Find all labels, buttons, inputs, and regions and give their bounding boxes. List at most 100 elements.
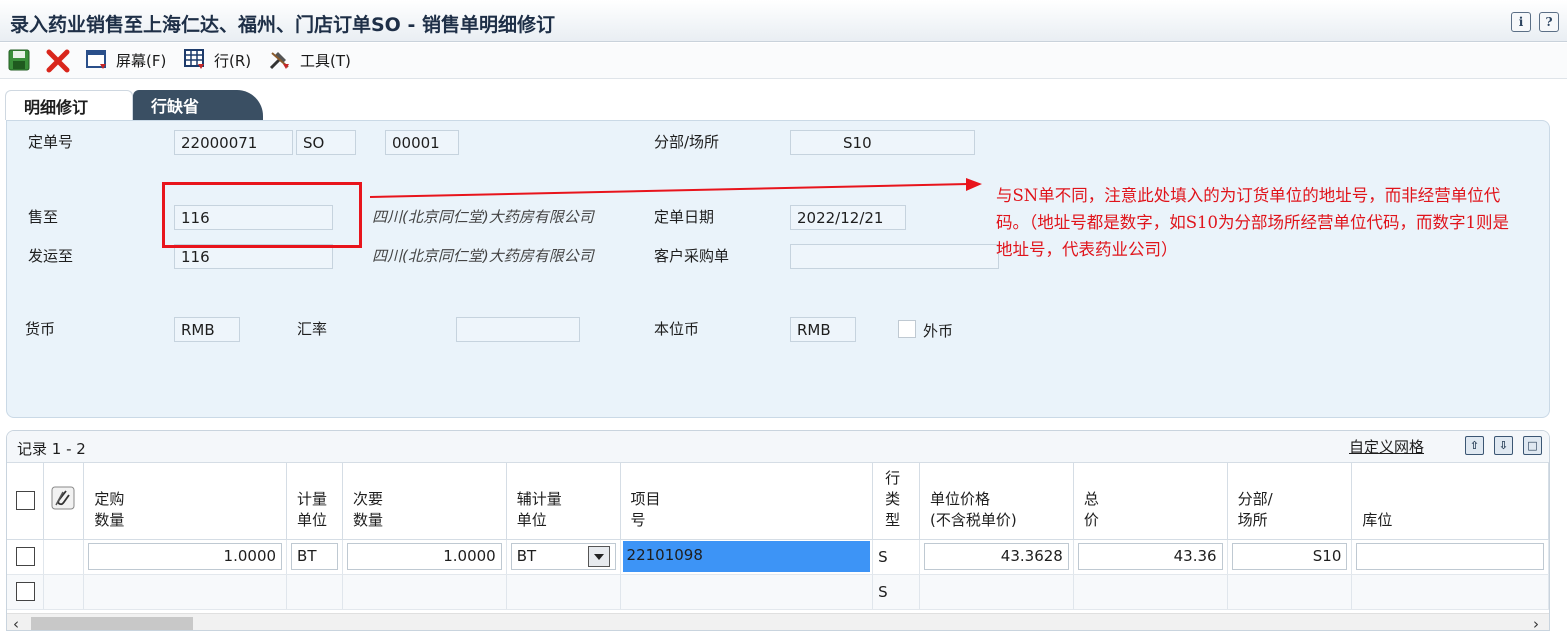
tools-menu[interactable]: 工具(T) bbox=[268, 49, 351, 71]
order-qty-input[interactable]: 1.0000 bbox=[88, 543, 283, 570]
close-icon bbox=[46, 49, 70, 73]
column-header-line-type[interactable]: 行类型 bbox=[872, 463, 921, 540]
grid-header-row: 定购 数量 计量 单位 次要 数量 辅计量 单位 项目号 行类型 单位价格 (不含税单价)… bbox=[7, 463, 1549, 540]
row-select-cell bbox=[7, 574, 45, 610]
grid-toolbar: 记录 1 - 2 自定义网格 ⇧ ⇩ □ bbox=[7, 431, 1549, 463]
scroll-left-icon[interactable]: ‹ bbox=[13, 615, 19, 630]
secondary-uom-value: BT bbox=[516, 547, 537, 565]
cancel-button[interactable] bbox=[46, 49, 70, 73]
tab-detail-revisions[interactable]: 明细修订 bbox=[5, 90, 133, 120]
extended-price-cell[interactable] bbox=[1073, 574, 1228, 610]
horizontal-scrollbar[interactable]: ‹ › bbox=[7, 613, 1549, 630]
branch-field[interactable]: S10 bbox=[790, 130, 975, 155]
line-type-cell[interactable]: S bbox=[872, 574, 921, 610]
secondary-qty-cell[interactable] bbox=[342, 574, 507, 610]
annotation-note: 与SN单不同，注意此处填入的为订货单位的地址号，而非经营单位代码。（地址号都是数… bbox=[996, 186, 1510, 259]
column-header-branch[interactable]: 分部/场所 bbox=[1227, 463, 1353, 540]
table-row: S bbox=[7, 574, 1549, 610]
column-header-location[interactable]: 库位 bbox=[1351, 463, 1549, 540]
branch-cell: S10 bbox=[1227, 539, 1353, 575]
column-header-uom[interactable]: 计量 单位 bbox=[286, 463, 343, 540]
item-number-input[interactable]: 22101098 bbox=[622, 541, 871, 572]
secondary-qty-input[interactable]: 1.0000 bbox=[347, 543, 502, 570]
column-header-secondary-qty[interactable]: 次要 数量 bbox=[342, 463, 507, 540]
info-icon[interactable]: i bbox=[1511, 12, 1531, 32]
scrollbar-thumb[interactable] bbox=[31, 617, 193, 630]
foreign-currency-label: 外币 bbox=[923, 322, 954, 340]
secondary-uom-select[interactable]: BT bbox=[510, 543, 616, 570]
order-qty-cell[interactable] bbox=[83, 574, 288, 610]
save-button[interactable] bbox=[8, 49, 30, 71]
row-checkbox[interactable] bbox=[15, 582, 35, 601]
base-currency-label: 本位币 bbox=[654, 320, 700, 338]
item-number-cell[interactable] bbox=[620, 574, 874, 610]
ship-to-name: 四川(北京同仁堂)大药房有限公司 bbox=[372, 247, 594, 265]
order-header-panel: 定单号 22000071 SO 00001 分部/场所 S10 售至 116 四… bbox=[6, 120, 1550, 418]
column-header-unit-price[interactable]: 单位价格 (不含税单价) bbox=[919, 463, 1074, 540]
title-icons: i ? bbox=[1511, 12, 1559, 32]
detail-grid-panel: 记录 1 - 2 自定义网格 ⇧ ⇩ □ 定购 数量 计量 单位 次要 数量 辅… bbox=[6, 430, 1550, 631]
tools-icon bbox=[269, 52, 289, 70]
save-icon bbox=[8, 49, 30, 71]
secondary-uom-cell[interactable] bbox=[506, 574, 621, 610]
ship-to-label: 发运至 bbox=[28, 247, 74, 265]
row-checkbox[interactable] bbox=[15, 547, 35, 566]
branch-cell[interactable] bbox=[1227, 574, 1353, 610]
currency-field[interactable]: RMB bbox=[174, 317, 240, 342]
annotation-arrow bbox=[369, 178, 982, 198]
toolbar: 屏幕(F) 行(R) 工具(T) bbox=[0, 43, 1567, 79]
location-cell bbox=[1351, 539, 1549, 575]
uom-cell[interactable] bbox=[286, 574, 343, 610]
import-icon[interactable]: ⇩ bbox=[1494, 436, 1513, 455]
location-cell[interactable] bbox=[1351, 574, 1549, 610]
select-all-checkbox[interactable] bbox=[15, 491, 35, 511]
branch-label: 分部/场所 bbox=[654, 133, 720, 151]
exchange-rate-label: 汇率 bbox=[297, 320, 328, 338]
row-select-cell bbox=[7, 539, 45, 575]
annotation-highlight-box bbox=[162, 182, 362, 248]
window-title-bar: 录入药业销售至上海仁达、福州、门店订单SO - 销售单明细修订 i ? bbox=[0, 0, 1567, 42]
column-header-extended-price[interactable]: 总价 bbox=[1073, 463, 1228, 540]
uom-input[interactable]: BT bbox=[291, 543, 338, 570]
foreign-currency-checkbox[interactable] bbox=[898, 320, 916, 338]
sold-to-label: 售至 bbox=[28, 208, 59, 226]
exchange-rate-field[interactable] bbox=[456, 317, 580, 342]
branch-input[interactable]: S10 bbox=[1231, 543, 1348, 570]
attachment-header bbox=[43, 463, 85, 540]
screen-menu[interactable]: 屏幕(F) bbox=[86, 49, 166, 71]
row-attachment-cell bbox=[43, 539, 85, 575]
dropdown-arrow-icon[interactable] bbox=[587, 546, 610, 567]
customer-po-field[interactable] bbox=[790, 244, 999, 269]
line-type-cell[interactable]: S bbox=[872, 539, 921, 575]
order-date-field[interactable]: 2022/12/21 bbox=[790, 205, 906, 230]
attachment-icon[interactable] bbox=[51, 486, 75, 510]
column-header-secondary-uom[interactable]: 辅计量 单位 bbox=[506, 463, 621, 540]
order-no-field[interactable]: 22000071 bbox=[174, 130, 293, 155]
order-type-field[interactable]: SO bbox=[296, 130, 356, 155]
scroll-right-icon[interactable]: › bbox=[1533, 615, 1539, 630]
select-all-header bbox=[7, 463, 45, 540]
record-count: 记录 1 - 2 bbox=[17, 440, 86, 458]
base-currency-field[interactable]: RMB bbox=[790, 317, 856, 342]
unit-price-cell: 43.3628 bbox=[919, 539, 1074, 575]
location-input[interactable] bbox=[1356, 543, 1544, 570]
maximize-icon[interactable]: □ bbox=[1523, 436, 1542, 455]
unit-price-input[interactable]: 43.3628 bbox=[924, 543, 1069, 570]
column-header-item-number[interactable]: 项目号 bbox=[620, 463, 874, 540]
column-header-order-qty[interactable]: 定购 数量 bbox=[83, 463, 288, 540]
tab-line-defaults[interactable]: 行缺省 bbox=[133, 90, 263, 120]
order-date-label: 定单日期 bbox=[654, 208, 715, 226]
order-company-field[interactable]: 00001 bbox=[385, 130, 459, 155]
row-menu-label: 行(R) bbox=[214, 51, 252, 70]
sold-to-name: 四川(北京同仁堂)大药房有限公司 bbox=[372, 208, 594, 226]
extended-price-input[interactable]: 43.36 bbox=[1077, 543, 1223, 570]
secondary-qty-cell: 1.0000 bbox=[342, 539, 507, 575]
help-icon[interactable]: ? bbox=[1539, 12, 1559, 32]
row-menu[interactable]: 行(R) bbox=[184, 49, 251, 71]
export-icon[interactable]: ⇧ bbox=[1465, 436, 1484, 455]
grid-icon bbox=[184, 49, 204, 69]
customize-grid-link[interactable]: 自定义网格 bbox=[1349, 436, 1424, 457]
extended-price-cell: 43.36 bbox=[1073, 539, 1228, 575]
unit-price-cell[interactable] bbox=[919, 574, 1074, 610]
grid-action-icons: ⇧ ⇩ □ bbox=[1465, 436, 1542, 455]
